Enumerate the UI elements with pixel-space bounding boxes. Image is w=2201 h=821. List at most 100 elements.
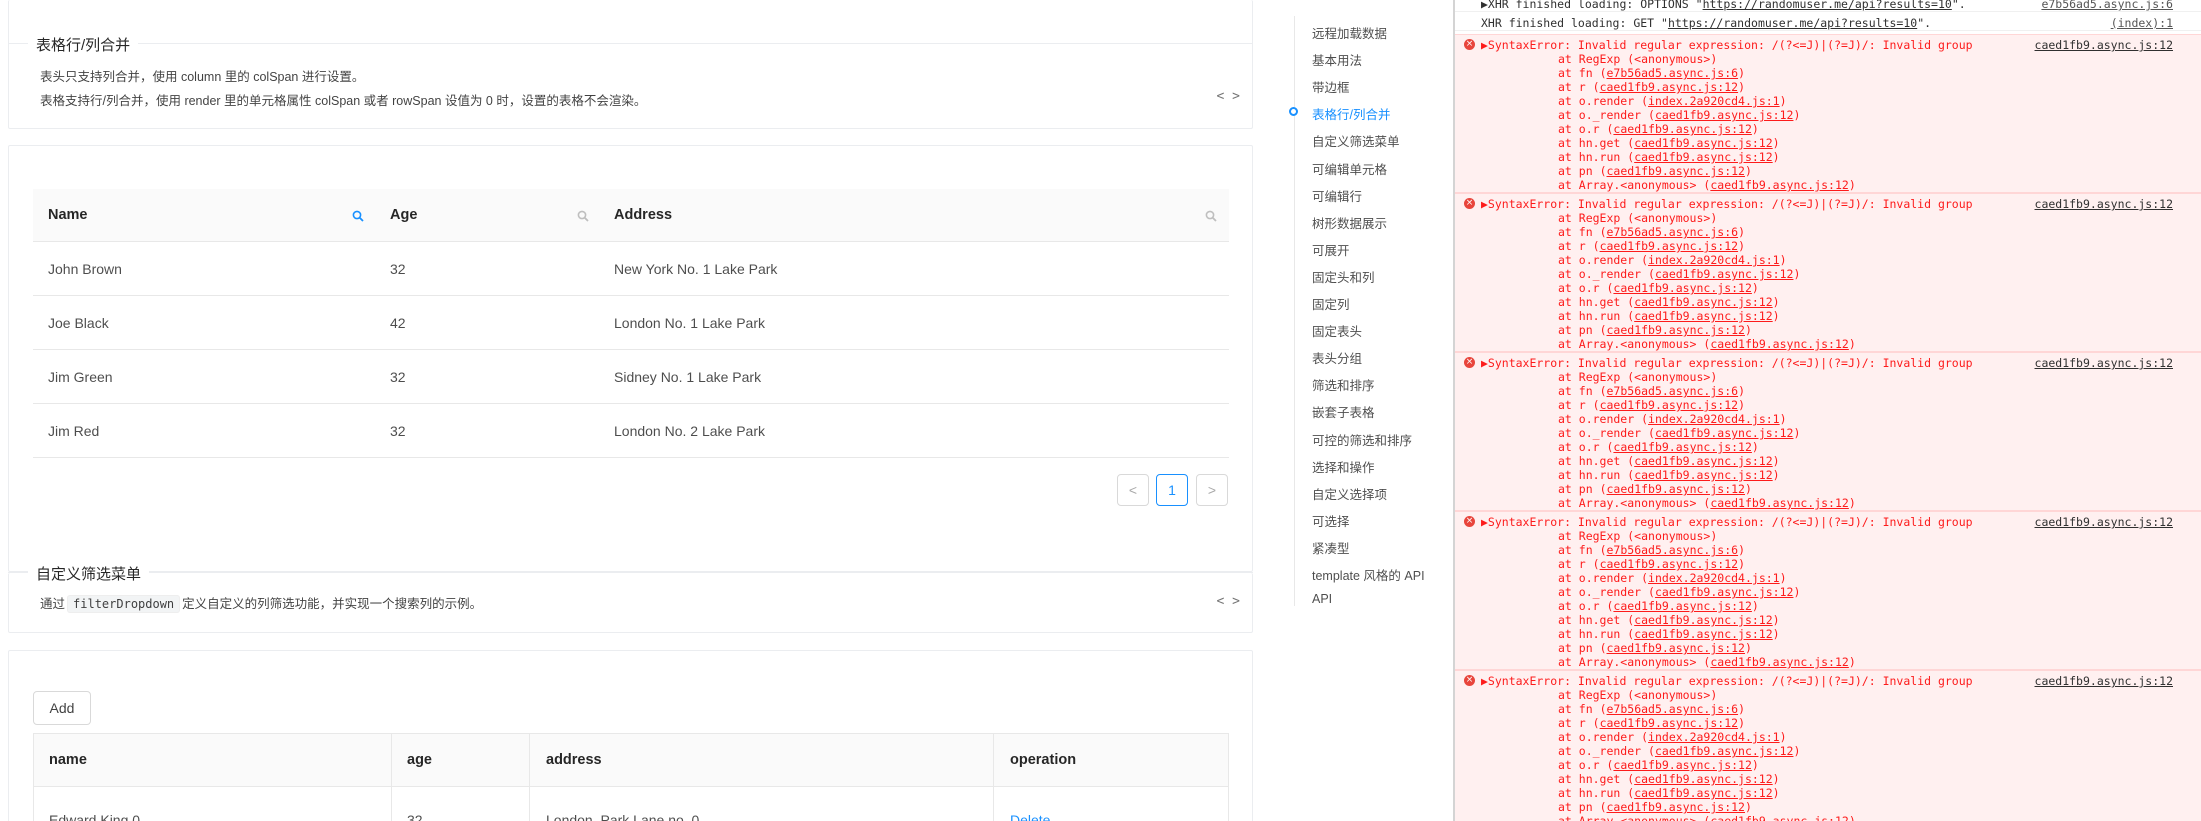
stack-frame-location[interactable]: index.2a920cd4.js:1	[1648, 571, 1780, 585]
delete-link[interactable]: Delete	[1010, 793, 1050, 821]
console-source-link[interactable]: caed1fb9.async.js:12	[2035, 356, 2173, 370]
stack-frame-location[interactable]: caed1fb9.async.js:12	[1710, 655, 1848, 669]
stack-frame-function: at hn.run	[1558, 309, 1621, 323]
anchor-nav-item[interactable]: 树形数据展示	[1312, 213, 1387, 232]
stack-frame-location[interactable]: caed1fb9.async.js:12	[1613, 599, 1751, 613]
stack-frame-function: at hn.get	[1558, 613, 1621, 627]
anchor-nav-item[interactable]: 表头分组	[1312, 348, 1362, 367]
anchor-nav-item[interactable]: 基本用法	[1312, 50, 1362, 69]
stack-frame-location[interactable]: caed1fb9.async.js:12	[1655, 108, 1793, 122]
cell-age[interactable]: 32	[407, 793, 423, 821]
stack-frame-location[interactable]: e7b56ad5.async.js:6	[1607, 702, 1739, 716]
anchor-nav-item[interactable]: 自定义选择项	[1312, 484, 1387, 503]
anchor-nav-item[interactable]: 可控的筛选和排序	[1312, 430, 1412, 449]
stack-frame-location[interactable]: caed1fb9.async.js:12	[1600, 557, 1738, 571]
stack-frame: at o._render (caed1fb9.async.js:12)	[1558, 108, 1801, 122]
stack-frame-location[interactable]: caed1fb9.async.js:12	[1634, 786, 1772, 800]
anchor-nav-item[interactable]: 可编辑行	[1312, 186, 1362, 205]
cell-name[interactable]: Edward King 0	[49, 793, 140, 821]
stack-frame-location[interactable]: caed1fb9.async.js:12	[1710, 337, 1848, 351]
stack-frame-location[interactable]: e7b56ad5.async.js:6	[1607, 384, 1739, 398]
error-message[interactable]: ▶SyntaxError: Invalid regular expression…	[1481, 674, 1973, 688]
add-button[interactable]: Add	[33, 691, 91, 725]
anchor-nav-item[interactable]: 远程加载数据	[1312, 23, 1387, 42]
search-icon[interactable]	[1204, 209, 1218, 223]
stack-frame-location[interactable]: caed1fb9.async.js:12	[1655, 744, 1793, 758]
stack-frame-location[interactable]: caed1fb9.async.js:12	[1613, 122, 1751, 136]
stack-frame-location[interactable]: e7b56ad5.async.js:6	[1607, 66, 1739, 80]
console-source-link[interactable]: (index):1	[2111, 16, 2173, 31]
stack-frame-location[interactable]: caed1fb9.async.js:12	[1600, 398, 1738, 412]
stack-frame-location[interactable]: caed1fb9.async.js:12	[1600, 80, 1738, 94]
anchor-nav-item[interactable]: 嵌套子表格	[1312, 402, 1375, 421]
cell-address[interactable]: London, Park Lane no. 0	[546, 793, 699, 821]
anchor-nav-item[interactable]: 可选择	[1312, 511, 1350, 530]
error-message[interactable]: ▶SyntaxError: Invalid regular expression…	[1481, 356, 1973, 370]
stack-frame-location[interactable]: caed1fb9.async.js:12	[1607, 800, 1745, 814]
error-message[interactable]: ▶SyntaxError: Invalid regular expression…	[1481, 197, 1973, 211]
pagination-next-button[interactable]: >	[1196, 474, 1228, 506]
stack-frame-location[interactable]: caed1fb9.async.js:12	[1634, 613, 1772, 627]
stack-frame-location[interactable]: caed1fb9.async.js:12	[1607, 482, 1745, 496]
anchor-nav-item[interactable]: 紧凑型	[1312, 538, 1350, 557]
stack-frame-location[interactable]: caed1fb9.async.js:12	[1634, 295, 1772, 309]
main-content: 表格行/列合并 表头只支持列合并，使用 column 里的 colSpan 进行…	[0, 0, 1263, 821]
stack-frame-location[interactable]: e7b56ad5.async.js:6	[1607, 543, 1739, 557]
stack-frame-location[interactable]: caed1fb9.async.js:12	[1710, 496, 1848, 510]
stack-frame-location[interactable]: index.2a920cd4.js:1	[1648, 253, 1780, 267]
stack-frame-location[interactable]: caed1fb9.async.js:12	[1634, 454, 1772, 468]
stack-frame-location[interactable]: caed1fb9.async.js:12	[1710, 814, 1848, 821]
stack-frame-location[interactable]: caed1fb9.async.js:12	[1613, 440, 1751, 454]
stack-frame-location[interactable]: caed1fb9.async.js:12	[1613, 758, 1751, 772]
stack-frame-location[interactable]: caed1fb9.async.js:12	[1634, 468, 1772, 482]
anchor-nav-item[interactable]: template 风格的 API	[1312, 565, 1425, 584]
anchor-nav-item[interactable]: 带边框	[1312, 77, 1350, 96]
anchor-nav-item[interactable]: 固定表头	[1312, 321, 1362, 340]
error-message[interactable]: ▶SyntaxError: Invalid regular expression…	[1481, 515, 1973, 529]
stack-frame-location[interactable]: caed1fb9.async.js:12	[1613, 281, 1751, 295]
stack-frame-location[interactable]: caed1fb9.async.js:12	[1607, 164, 1745, 178]
search-icon[interactable]	[576, 209, 590, 223]
code-toggle-icon[interactable]: < >	[1217, 594, 1240, 609]
anchor-nav-item[interactable]: 可编辑单元格	[1312, 159, 1387, 178]
anchor-nav: 远程加载数据 基本用法带边框表格行/列合并 自定义筛选菜单 可编辑单元格 可编辑行树形数…	[1263, 0, 1453, 821]
stack-frame-location[interactable]: caed1fb9.async.js:12	[1710, 178, 1848, 192]
stack-frame-location[interactable]: index.2a920cd4.js:1	[1648, 412, 1780, 426]
anchor-nav-item[interactable]: 可展开	[1312, 240, 1350, 259]
error-message[interactable]: ▶SyntaxError: Invalid regular expression…	[1481, 38, 1973, 52]
stack-frame-location[interactable]: caed1fb9.async.js:12	[1634, 136, 1772, 150]
pagination-page-1[interactable]: 1	[1156, 474, 1188, 506]
xhr-url-link[interactable]: https://randomuser.me/api?results=10	[1703, 0, 1952, 11]
xhr-url-link[interactable]: https://randomuser.me/api?results=10	[1668, 16, 1917, 30]
console-source-link[interactable]: caed1fb9.async.js:12	[2035, 674, 2173, 688]
console-source-link[interactable]: caed1fb9.async.js:12	[2035, 38, 2173, 52]
stack-frame-location[interactable]: index.2a920cd4.js:1	[1648, 94, 1780, 108]
stack-frame-location[interactable]: caed1fb9.async.js:12	[1634, 627, 1772, 641]
stack-frame-location[interactable]: caed1fb9.async.js:12	[1634, 150, 1772, 164]
stack-frame-location[interactable]: caed1fb9.async.js:12	[1655, 267, 1793, 281]
console-source-link[interactable]: caed1fb9.async.js:12	[2035, 197, 2173, 211]
pagination-prev-button[interactable]: <	[1117, 474, 1149, 506]
stack-frame-location[interactable]: caed1fb9.async.js:12	[1634, 309, 1772, 323]
stack-frame-location[interactable]: caed1fb9.async.js:12	[1607, 323, 1745, 337]
anchor-nav-item[interactable]: 固定头和列	[1312, 267, 1375, 286]
stack-frame-location[interactable]: e7b56ad5.async.js:6	[1607, 225, 1739, 239]
search-icon[interactable]	[351, 209, 365, 223]
console-xhr-options: ▶XHR finished loading: OPTIONS "https://…	[1455, 0, 2201, 12]
stack-frame-location[interactable]: caed1fb9.async.js:12	[1600, 239, 1738, 253]
console-source-link[interactable]: e7b56ad5.async.js:6	[2041, 0, 2173, 12]
stack-frame-location[interactable]: caed1fb9.async.js:12	[1634, 772, 1772, 786]
stack-frame-location[interactable]: caed1fb9.async.js:12	[1607, 641, 1745, 655]
anchor-nav-item[interactable]: 筛选和排序	[1312, 375, 1375, 394]
stack-frame-location[interactable]: caed1fb9.async.js:12	[1600, 716, 1738, 730]
console-source-link[interactable]: caed1fb9.async.js:12	[2035, 515, 2173, 529]
stack-frame-location[interactable]: caed1fb9.async.js:12	[1655, 585, 1793, 599]
anchor-nav-item[interactable]: 固定列	[1312, 294, 1350, 313]
code-toggle-icon[interactable]: < >	[1217, 89, 1240, 104]
stack-frame-location[interactable]: index.2a920cd4.js:1	[1648, 730, 1780, 744]
anchor-nav-item[interactable]: API	[1312, 592, 1332, 606]
anchor-nav-item[interactable]: 自定义筛选菜单	[1312, 131, 1400, 150]
anchor-nav-item[interactable]: 表格行/列合并	[1312, 104, 1390, 123]
stack-frame-location[interactable]: caed1fb9.async.js:12	[1655, 426, 1793, 440]
anchor-nav-item[interactable]: 选择和操作	[1312, 457, 1375, 476]
